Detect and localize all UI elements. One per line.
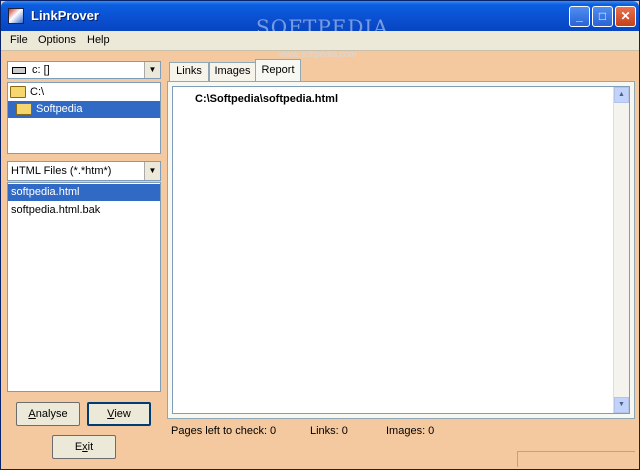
window-title: LinkProver: [31, 8, 99, 23]
close-button[interactable]: ✕: [615, 6, 636, 27]
view-button[interactable]: View: [87, 402, 151, 426]
analyse-label: nalyse: [35, 408, 68, 420]
report-page: C:\Softpedia\softpedia.html ▲ ▼: [167, 81, 635, 419]
tab-report[interactable]: Report: [255, 59, 301, 81]
exit-button[interactable]: Exit: [52, 435, 116, 459]
file-type-select[interactable]: HTML Files (*.*htm*) ▼: [7, 161, 161, 181]
scroll-down-icon[interactable]: ▼: [614, 397, 629, 413]
report-text: C:\Softpedia\softpedia.html: [195, 93, 338, 105]
maximize-button[interactable]: □: [592, 6, 613, 27]
file-list[interactable]: softpedia.html softpedia.html.bak: [7, 182, 161, 392]
menu-bar: File Options Help: [1, 31, 639, 51]
report-textarea[interactable]: C:\Softpedia\softpedia.html ▲ ▼: [172, 86, 630, 414]
drive-select[interactable]: c: [] ▼: [7, 61, 161, 79]
links-status: Links: 0: [310, 425, 348, 437]
scroll-up-icon[interactable]: ▲: [614, 87, 629, 103]
file-item[interactable]: softpedia.html: [8, 184, 160, 201]
drive-value: c: []: [32, 64, 50, 76]
directory-label: C:\: [30, 86, 45, 98]
tab-images[interactable]: Images: [209, 62, 256, 81]
analyse-accel: A: [28, 408, 36, 420]
drive-icon: [12, 67, 26, 74]
menu-options[interactable]: Options: [38, 34, 76, 46]
menu-help[interactable]: Help: [87, 34, 110, 46]
open-folder-icon: [16, 103, 32, 115]
file-type-value: HTML Files (*.*htm*): [11, 165, 112, 177]
directory-list[interactable]: C:\ Softpedia: [7, 82, 161, 154]
file-item[interactable]: softpedia.html.bak: [8, 202, 160, 219]
open-folder-icon: [10, 86, 26, 98]
view-label: iew: [114, 408, 131, 420]
menu-file[interactable]: File: [10, 34, 28, 46]
status-panel: [517, 451, 635, 467]
directory-item-root[interactable]: C:\: [8, 84, 160, 101]
app-icon: [8, 8, 24, 24]
vertical-scrollbar[interactable]: ▲ ▼: [613, 87, 629, 413]
images-status: Images: 0: [386, 425, 435, 437]
tab-links[interactable]: Links: [169, 62, 209, 81]
analyse-button[interactable]: Analyse: [16, 402, 80, 426]
chevron-down-icon[interactable]: ▼: [144, 162, 160, 180]
pages-left-status: Pages left to check: 0: [171, 425, 277, 437]
chevron-down-icon[interactable]: ▼: [144, 62, 160, 78]
directory-item-softpedia[interactable]: Softpedia: [8, 101, 160, 118]
status-bar: Pages left to check: 0 Links: 0 Images: …: [167, 421, 635, 467]
main-window: LinkProver SOFTPEDIA _ □ ✕ www.softpedia…: [0, 0, 640, 470]
exit-label: it: [87, 441, 94, 453]
minimize-button[interactable]: _: [569, 6, 590, 27]
directory-label: Softpedia: [36, 103, 83, 115]
title-bar[interactable]: LinkProver SOFTPEDIA _ □ ✕: [1, 1, 639, 39]
